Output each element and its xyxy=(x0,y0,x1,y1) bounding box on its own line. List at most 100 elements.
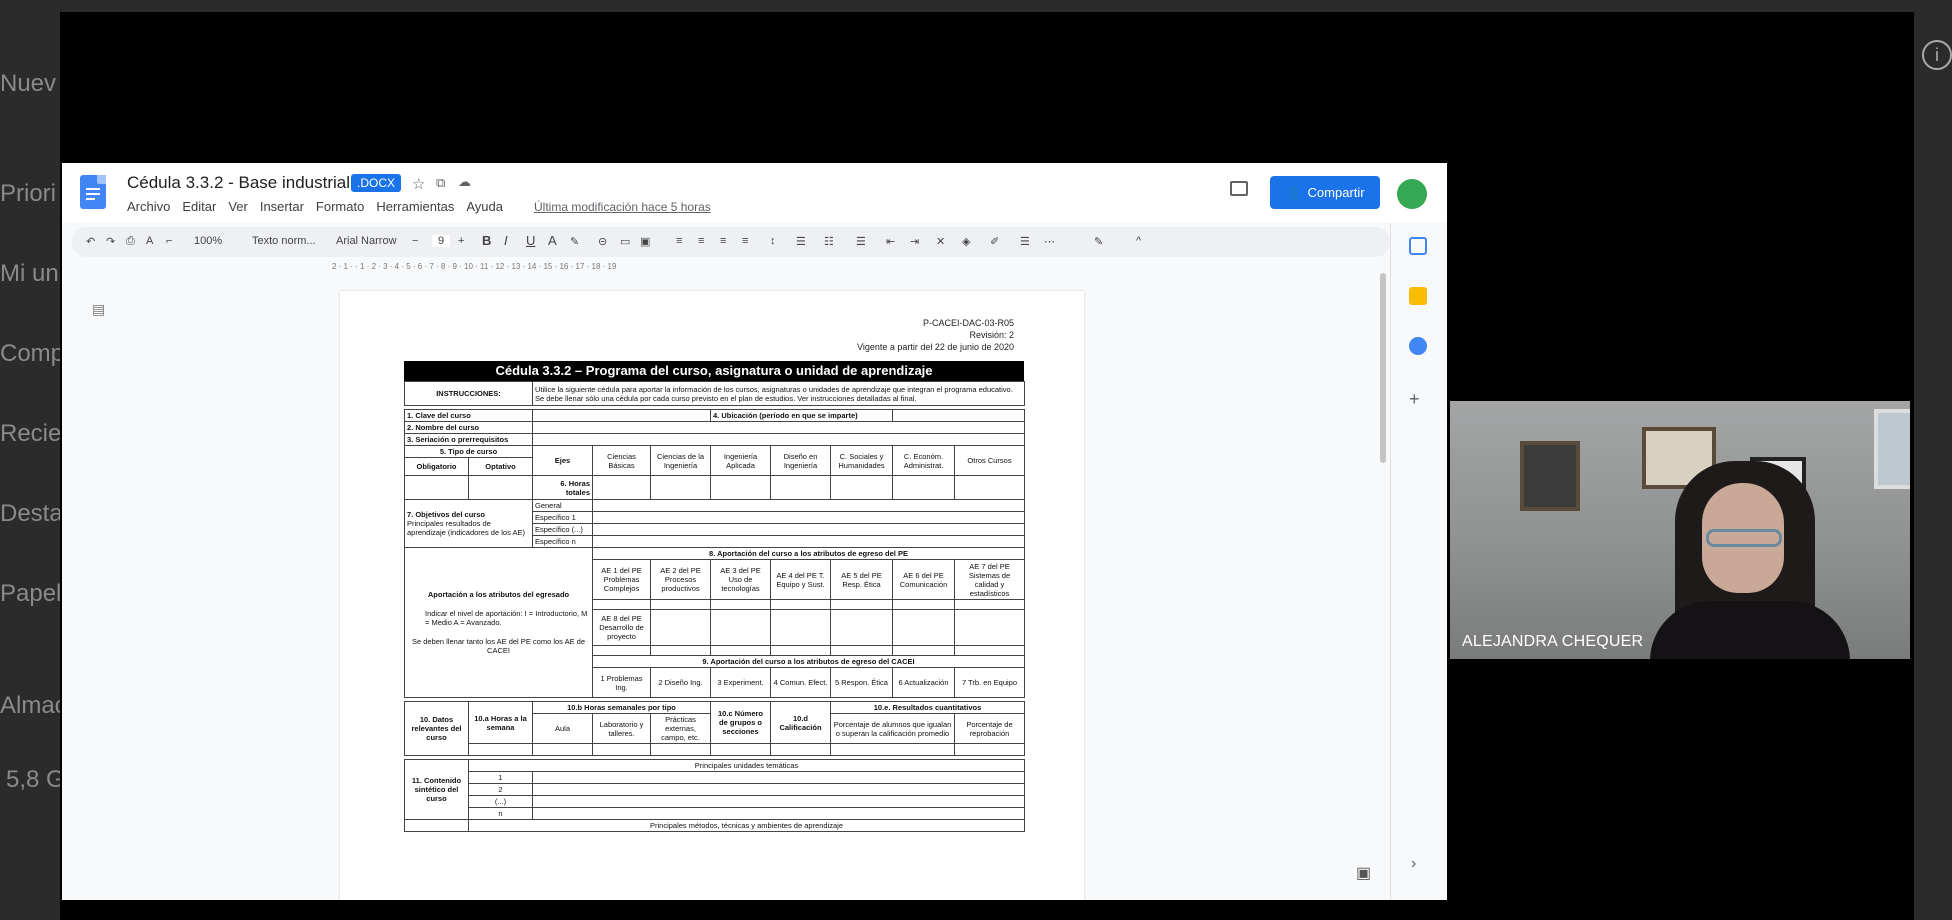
cell-input[interactable] xyxy=(710,609,771,646)
unit-input[interactable] xyxy=(532,771,1025,784)
menu-herramientas[interactable]: Herramientas xyxy=(376,199,454,214)
cell-input[interactable] xyxy=(592,743,651,756)
last-modified-link[interactable]: Última modificación hace 5 horas xyxy=(534,200,711,214)
obj-input[interactable] xyxy=(592,511,1025,524)
collapse-menu-icon[interactable]: ^ xyxy=(1136,235,1141,247)
unit-input[interactable] xyxy=(532,807,1025,820)
outline-icon[interactable]: ▤ xyxy=(92,301,105,318)
calendar-icon[interactable] xyxy=(1409,237,1427,255)
cell-input[interactable] xyxy=(830,599,893,610)
fill-color-icon[interactable]: ◈ xyxy=(962,235,970,248)
cell-input[interactable] xyxy=(710,599,771,610)
comment-history-icon[interactable] xyxy=(1230,181,1248,196)
document-title[interactable]: Cédula 3.3.2 - Base industrial xyxy=(127,173,350,193)
cell-input[interactable] xyxy=(830,475,893,500)
insert-image-icon[interactable]: ▣ xyxy=(640,235,650,248)
menu-formato[interactable]: Formato xyxy=(316,199,364,214)
cell-input[interactable] xyxy=(892,599,955,610)
optativo-input[interactable] xyxy=(468,475,533,500)
cell-input[interactable] xyxy=(954,599,1025,610)
cell-input[interactable] xyxy=(592,645,651,656)
cell-input[interactable] xyxy=(830,645,893,656)
cell-input[interactable] xyxy=(592,475,651,500)
link-icon[interactable]: ⊝ xyxy=(598,235,607,248)
style-select[interactable]: Texto norm... xyxy=(252,235,316,247)
keep-icon[interactable] xyxy=(1409,287,1427,305)
cell-input[interactable] xyxy=(830,609,893,646)
cell-input[interactable] xyxy=(954,475,1025,500)
increase-indent-icon[interactable]: ⇥ xyxy=(910,235,919,248)
obj-input[interactable] xyxy=(592,523,1025,536)
menu-editar[interactable]: Editar xyxy=(182,199,216,214)
obligatorio-input[interactable] xyxy=(404,475,469,500)
cell-input[interactable] xyxy=(650,609,711,646)
cell-input[interactable] xyxy=(892,609,955,646)
info-icon[interactable]: i xyxy=(1922,40,1952,70)
paint-format-icon[interactable]: ⌐ xyxy=(166,235,172,247)
document-page[interactable]: P-CACEI-DAC-03-R05 Revisión: 2 Vigente a… xyxy=(340,291,1084,900)
line-spacing-icon[interactable]: ↕ xyxy=(770,235,776,247)
cell-input[interactable] xyxy=(650,645,711,656)
menu-ver[interactable]: Ver xyxy=(228,199,248,214)
star-icon[interactable]: ☆ xyxy=(412,175,425,193)
cell-input[interactable] xyxy=(892,645,955,656)
editing-mode-icon[interactable]: ✎ xyxy=(1094,235,1103,248)
zoom-select[interactable]: 100% xyxy=(194,235,222,247)
font-size-input[interactable]: 9 xyxy=(432,235,451,247)
menu-archivo[interactable]: Archivo xyxy=(127,199,170,214)
cell-input[interactable] xyxy=(650,475,711,500)
border-color-icon[interactable]: ✐ xyxy=(990,235,999,248)
participant-video-tile[interactable]: ALEJANDRA CHEQUER xyxy=(1450,401,1910,659)
explore-icon[interactable]: ▣ xyxy=(1356,863,1371,883)
cell-input[interactable] xyxy=(404,819,469,832)
cell-input[interactable] xyxy=(592,599,651,610)
cell-input[interactable] xyxy=(830,743,955,756)
align-right-icon[interactable]: ≡ xyxy=(720,235,726,247)
cell-input[interactable] xyxy=(954,645,1025,656)
ubicacion-input[interactable] xyxy=(892,409,1025,422)
tasks-icon[interactable] xyxy=(1409,337,1427,355)
highlight-icon[interactable]: ✎ xyxy=(570,235,579,248)
unit-input[interactable] xyxy=(532,795,1025,808)
cell-input[interactable] xyxy=(650,743,711,756)
decrease-indent-icon[interactable]: ⇤ xyxy=(886,235,895,248)
align-left-icon[interactable]: ≡ xyxy=(676,235,682,247)
cell-input[interactable] xyxy=(770,609,831,646)
cell-input[interactable] xyxy=(770,743,831,756)
cell-input[interactable] xyxy=(770,599,831,610)
clave-input[interactable] xyxy=(532,409,711,422)
bold-icon[interactable]: B xyxy=(482,233,491,248)
cloud-status-icon[interactable]: ☁ xyxy=(458,174,471,190)
ruler[interactable]: 2 · 1 · · 1 · 2 · 3 · 4 · 5 · 6 · 7 · 8 … xyxy=(332,262,1132,272)
cell-input[interactable] xyxy=(710,645,771,656)
cell-input[interactable] xyxy=(650,599,711,610)
nombre-input[interactable] xyxy=(532,421,1025,434)
add-comment-icon[interactable]: ▭ xyxy=(620,235,630,248)
clear-formatting-icon[interactable]: ✕ xyxy=(936,235,945,248)
font-select[interactable]: Arial Narrow xyxy=(336,235,397,247)
menu-ayuda[interactable]: Ayuda xyxy=(466,199,503,214)
bullet-list-icon[interactable]: ☰ xyxy=(856,235,866,248)
vertical-scrollbar[interactable] xyxy=(1380,273,1386,463)
expand-panel-icon[interactable]: › xyxy=(1411,855,1416,873)
italic-icon[interactable]: I xyxy=(504,233,508,248)
checklist-icon[interactable]: ☰ xyxy=(796,235,806,248)
cell-input[interactable] xyxy=(954,609,1025,646)
cell-input[interactable] xyxy=(710,743,771,756)
account-avatar[interactable] xyxy=(1397,179,1427,209)
unit-input[interactable] xyxy=(532,783,1025,796)
font-size-increase[interactable]: + xyxy=(458,235,464,247)
obj-input[interactable] xyxy=(592,535,1025,548)
cell-input[interactable] xyxy=(770,475,831,500)
text-color-icon[interactable]: A xyxy=(548,233,557,248)
spellcheck-icon[interactable]: A xyxy=(146,235,153,247)
cell-input[interactable] xyxy=(532,743,593,756)
cell-input[interactable] xyxy=(954,743,1025,756)
cell-input[interactable] xyxy=(770,645,831,656)
obj-input[interactable] xyxy=(592,499,1025,512)
font-size-decrease[interactable]: − xyxy=(412,235,418,247)
print-icon[interactable]: ⎙ xyxy=(126,235,135,248)
seriacion-input[interactable] xyxy=(532,433,1025,446)
cell-input[interactable] xyxy=(710,475,771,500)
cell-input[interactable] xyxy=(892,475,955,500)
